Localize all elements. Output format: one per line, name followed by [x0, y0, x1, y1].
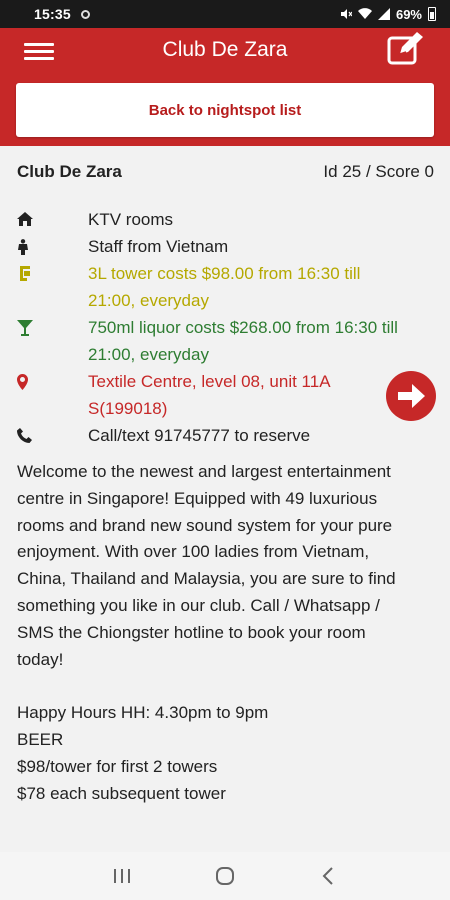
- chevron-left-icon: [322, 867, 334, 885]
- arrow-right-icon: [398, 384, 425, 408]
- recents-icon: [113, 869, 130, 883]
- detail-text: 750ml liquor costs $268.00 from 16:30 ti…: [88, 318, 398, 364]
- detail-text: Textile Centre, level 08, unit 11A S(199…: [88, 372, 330, 418]
- status-bar: 15:35 69%: [0, 0, 450, 28]
- venue-name: Club De Zara: [17, 162, 122, 181]
- edit-button[interactable]: [386, 32, 426, 66]
- description-text: Welcome to the newest and largest entert…: [17, 462, 396, 669]
- wifi-icon: [357, 8, 372, 19]
- detail-text: Call/text 91745777 to reserve: [88, 426, 311, 445]
- battery-icon: [428, 7, 436, 21]
- battery-level: 69%: [395, 6, 422, 22]
- map-marker-icon: [17, 374, 28, 390]
- home-button[interactable]: [205, 856, 245, 896]
- phone-icon: [17, 428, 32, 443]
- detail-icon-cell: [17, 368, 88, 422]
- person-icon: [18, 239, 28, 255]
- happy-hours-line: $78 each subsequent tower: [17, 783, 226, 803]
- system-nav-bar: [0, 852, 450, 900]
- detail-liquor-price: 750ml liquor costs $268.00 from 16:30 ti…: [17, 314, 417, 368]
- venue-details: Club De Zara Id 25 / Score 0 KTV rooms S…: [0, 146, 450, 852]
- detail-icon-cell: [17, 233, 88, 260]
- venue-id-score: Id 25 / Score 0: [323, 162, 434, 181]
- detail-staff: Staff from Vietnam: [17, 233, 417, 260]
- detail-icon-cell: [17, 422, 88, 449]
- venue-description: Welcome to the newest and largest entert…: [17, 459, 397, 807]
- cocktail-icon: [17, 320, 33, 336]
- detail-icon-cell: [17, 314, 88, 368]
- venue-header: Club De Zara Id 25 / Score 0: [17, 162, 434, 182]
- detail-text: Staff from Vietnam: [88, 237, 229, 256]
- detail-address: Textile Centre, level 08, unit 11A S(199…: [17, 368, 417, 422]
- happy-hours-line: BEER: [17, 729, 64, 749]
- navigate-button[interactable]: [386, 371, 436, 421]
- edit-icon: [387, 32, 423, 65]
- home-circle-icon: [215, 867, 234, 885]
- detail-icon-cell: [17, 206, 88, 233]
- beer-tower-icon: [20, 266, 30, 281]
- happy-hours-line: $98/tower for first 2 towers: [17, 756, 218, 776]
- status-time: 15:35: [34, 6, 71, 22]
- happy-hours-title: Happy Hours HH: 4.30pm to 9pm: [17, 703, 269, 723]
- back-button[interactable]: [308, 856, 348, 896]
- home-icon: [17, 212, 33, 226]
- detail-beer-price: 3L tower costs $98.00 from 16:30 till 21…: [17, 260, 417, 314]
- detail-venue-type: KTV rooms: [17, 206, 417, 233]
- detail-text: KTV rooms: [88, 210, 174, 229]
- recents-button[interactable]: [102, 856, 142, 896]
- app-bar: Club De Zara Back to nightspot list: [0, 28, 450, 146]
- signal-icon: [377, 8, 390, 20]
- detail-text: 3L tower costs $98.00 from 16:30 till 21…: [88, 264, 361, 310]
- notification-icon: [80, 9, 90, 19]
- mute-icon: [340, 9, 352, 19]
- detail-icon-cell: [17, 260, 88, 314]
- back-to-list-button[interactable]: Back to nightspot list: [16, 83, 434, 137]
- detail-phone: Call/text 91745777 to reserve: [17, 422, 417, 449]
- status-icons: 69%: [340, 7, 436, 22]
- app-title: Club De Zara: [162, 38, 288, 61]
